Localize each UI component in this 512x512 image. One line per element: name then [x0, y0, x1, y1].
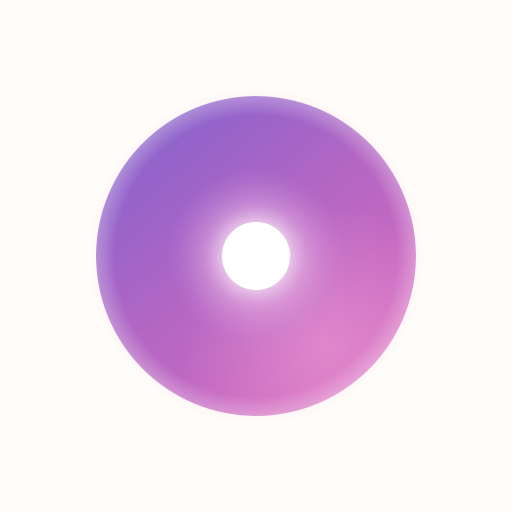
ring-icon [88, 88, 424, 424]
app-icon-canvas [0, 0, 512, 512]
ring-shape [96, 96, 416, 416]
ring-hole [222, 222, 290, 290]
